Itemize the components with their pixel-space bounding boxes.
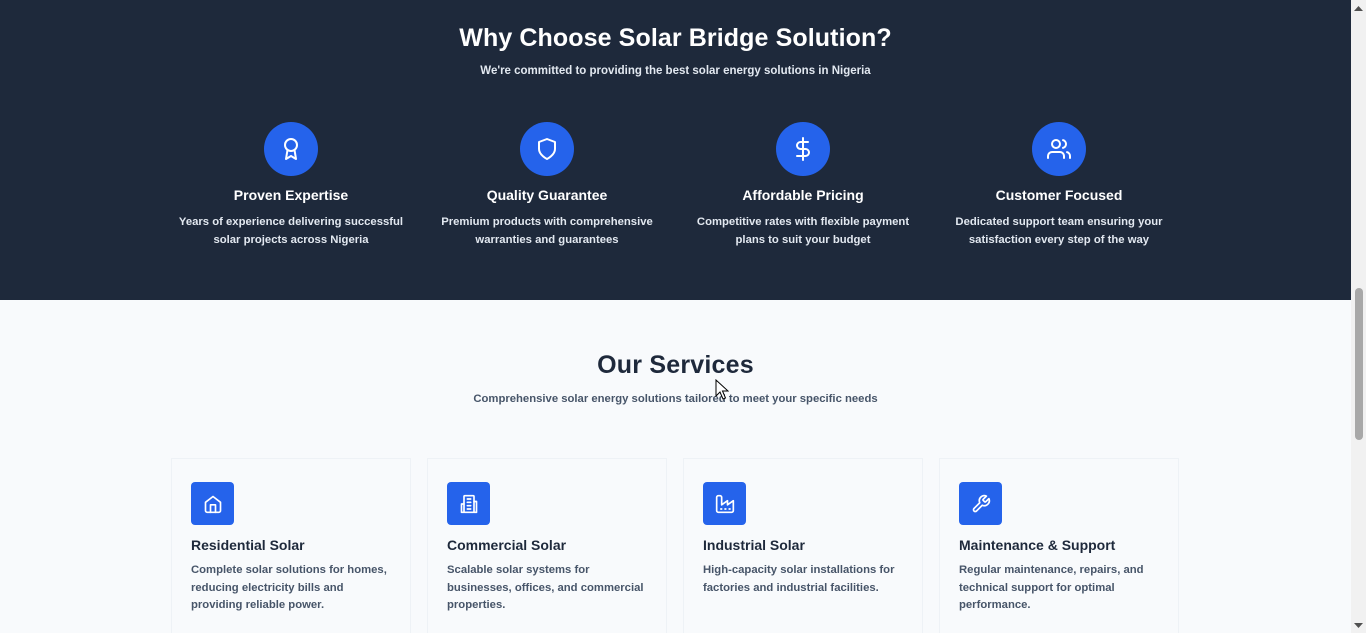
shield-icon xyxy=(538,138,556,160)
service-icon-box xyxy=(447,482,490,525)
page: Why Choose Solar Bridge Solution? We're … xyxy=(0,0,1351,633)
why-choose-subtitle: We're committed to providing the best so… xyxy=(480,65,871,77)
service-icon-box xyxy=(959,482,1002,525)
service-card-commercial[interactable]: Commercial Solar Scalable solar systems … xyxy=(427,458,667,633)
feature-affordable-pricing: Affordable Pricing Competitive rates wit… xyxy=(683,122,923,249)
services-section: Our Services Comprehensive solar energy … xyxy=(0,300,1351,633)
feature-icon-circle xyxy=(520,122,574,176)
feature-title: Customer Focused xyxy=(995,187,1123,203)
home-icon xyxy=(204,495,221,513)
why-choose-section: Why Choose Solar Bridge Solution? We're … xyxy=(0,0,1351,300)
mouse-cursor-icon xyxy=(715,379,729,400)
feature-quality-guarantee: Quality Guarantee Premium products with … xyxy=(427,122,667,249)
feature-icon-circle xyxy=(1032,122,1086,176)
service-description: High-capacity solar installations for fa… xyxy=(703,564,895,594)
service-description: Complete solar solutions for homes, redu… xyxy=(191,564,387,612)
services-subtitle: Comprehensive solar energy solutions tai… xyxy=(473,393,878,405)
vertical-scrollbar[interactable] xyxy=(1351,0,1366,633)
feature-title: Quality Guarantee xyxy=(486,187,608,203)
service-description: Scalable solar systems for businesses, o… xyxy=(447,564,644,612)
scroll-down-arrow-icon[interactable] xyxy=(1351,618,1366,633)
feature-proven-expertise: Proven Expertise Years of experience del… xyxy=(171,122,411,249)
scroll-up-arrow-icon[interactable] xyxy=(1351,0,1366,15)
feature-description: Years of experience delivering successfu… xyxy=(178,216,404,246)
service-title: Residential Solar xyxy=(191,537,305,553)
feature-description: Premium products with comprehensive warr… xyxy=(441,216,653,246)
feature-icon-circle xyxy=(264,122,318,176)
feature-icon-circle xyxy=(776,122,830,176)
service-card-industrial[interactable]: Industrial Solar High-capacity solar ins… xyxy=(683,458,923,633)
service-title: Commercial Solar xyxy=(447,537,567,553)
service-icon-box xyxy=(191,482,234,525)
feature-description: Dedicated support team ensuring your sat… xyxy=(955,216,1163,246)
service-description: Regular maintenance, repairs, and techni… xyxy=(959,564,1144,612)
feature-title: Affordable Pricing xyxy=(742,187,864,203)
service-card-maintenance[interactable]: Maintenance & Support Regular maintenanc… xyxy=(939,458,1179,633)
feature-description: Competitive rates with flexible payment … xyxy=(696,216,910,246)
dollar-icon xyxy=(796,137,810,161)
scrollbar-thumb[interactable] xyxy=(1355,288,1363,440)
services-title: Our Services xyxy=(597,351,754,379)
service-icon-box xyxy=(703,482,746,525)
wrench-icon xyxy=(972,494,990,512)
service-title: Industrial Solar xyxy=(703,537,805,553)
service-card-residential[interactable]: Residential Solar Complete solar solutio… xyxy=(171,458,411,633)
award-icon xyxy=(284,138,298,160)
feature-customer-focused: Customer Focused Dedicated support team … xyxy=(939,122,1179,249)
feature-title: Proven Expertise xyxy=(233,187,349,203)
service-title: Maintenance & Support xyxy=(959,537,1116,553)
building-icon xyxy=(460,494,477,513)
why-choose-title: Why Choose Solar Bridge Solution? xyxy=(459,24,892,52)
users-icon xyxy=(1047,139,1071,159)
factory-icon xyxy=(715,494,734,513)
